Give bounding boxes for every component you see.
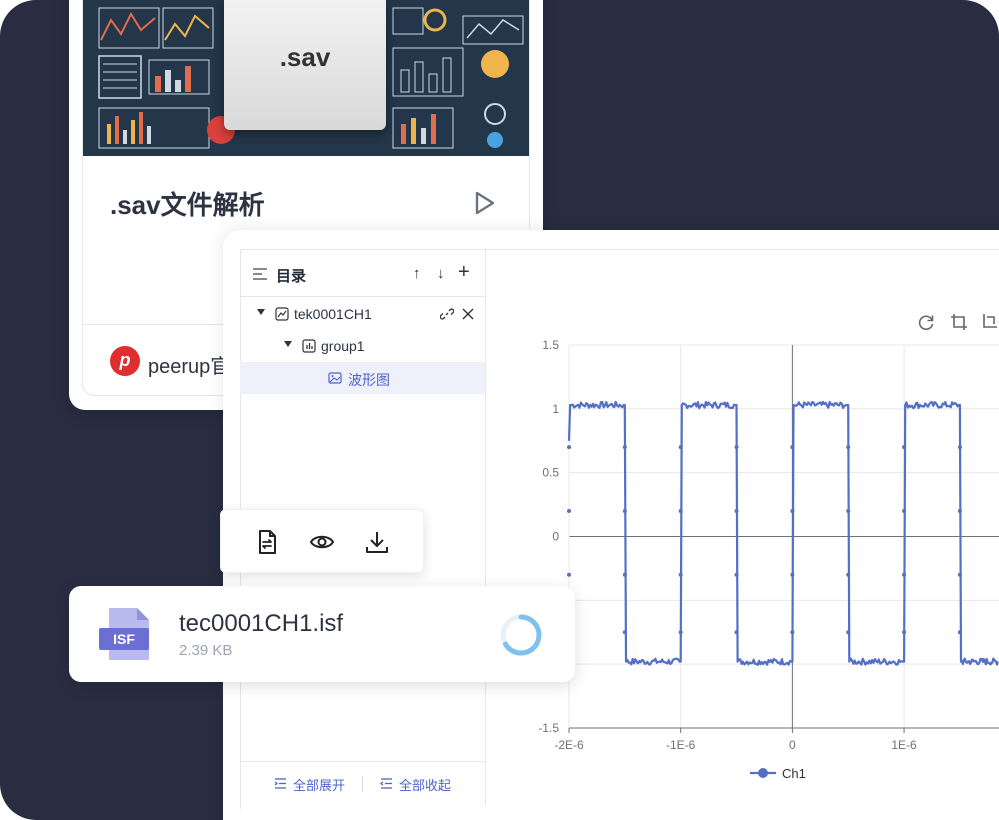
tree-item-label: group1 (321, 338, 365, 354)
tree-item-label: tek0001CH1 (294, 306, 372, 322)
sidebar-header: 目录 ↑ ↓ + (240, 249, 485, 297)
chart-series (567, 400, 999, 666)
sidebar-footer: 全部展开 全部收起 (240, 761, 485, 805)
menu-icon (253, 268, 267, 280)
series-point (846, 572, 851, 577)
series-point (734, 572, 739, 577)
series-point (622, 572, 627, 577)
card-thumbnail: .sav (83, 0, 529, 156)
link-icon[interactable] (440, 307, 454, 321)
footer-divider (362, 776, 363, 792)
caret-down-icon[interactable] (257, 309, 265, 315)
tree-item-waveform[interactable]: 波形图 (240, 362, 485, 394)
logo-letter: p (119, 350, 131, 370)
series-point (678, 508, 683, 513)
series-point (790, 572, 795, 577)
series-point (734, 508, 739, 513)
move-up-icon[interactable]: ↑ (413, 265, 421, 282)
series-point (734, 445, 739, 450)
series-point (678, 445, 683, 450)
series-point (678, 630, 683, 635)
image-icon (328, 372, 342, 384)
sidebar-title: 目录 (276, 268, 307, 285)
file-badge: ISF (113, 631, 135, 647)
series-point (957, 572, 962, 577)
waveform-chart: 1.510.50-0.5-1-1.5-2E-6-1E-601E-6Ch1 (487, 250, 999, 810)
tree-item-group1[interactable]: group1 (240, 330, 485, 362)
line-chart-icon (275, 307, 289, 321)
series-point (846, 508, 851, 513)
file-convert-icon[interactable] (254, 529, 280, 555)
expand-all-button[interactable]: 全部展开 (293, 775, 345, 794)
download-icon[interactable] (364, 529, 390, 555)
series-point (567, 508, 571, 513)
caret-down-icon[interactable] (284, 341, 292, 347)
file-upload-card[interactable]: ISF tec0001CH1.isf 2.39 KB (69, 586, 575, 682)
x-tick-label: 0 (789, 738, 796, 752)
y-tick-label: -1.5 (538, 721, 559, 735)
y-tick-label: 1 (552, 402, 559, 416)
series-point (902, 572, 907, 577)
file-size: 2.39 KB (179, 642, 233, 659)
sav-file-label: .sav (279, 42, 331, 72)
legend-label-ch1: Ch1 (782, 766, 806, 781)
series-point (622, 445, 627, 450)
y-tick-label: 1.5 (542, 338, 559, 352)
series-point (846, 630, 851, 635)
series-point (957, 630, 962, 635)
y-tick-label: 0 (552, 530, 559, 544)
series-point (622, 508, 627, 513)
expand-all-icon (274, 778, 286, 789)
file-action-toolbar (220, 509, 424, 573)
series-point (790, 445, 795, 450)
series-point (734, 630, 739, 635)
series-point (678, 572, 683, 577)
tree-item-tek0001ch1[interactable]: tek0001CH1 (240, 298, 485, 330)
move-down-icon[interactable]: ↓ (437, 265, 445, 282)
add-icon[interactable]: + (458, 261, 470, 284)
collapse-all-icon (380, 778, 392, 789)
series-point (622, 630, 627, 635)
peerup-logo-icon: p (110, 346, 140, 376)
series-point (567, 572, 571, 577)
series-point (902, 445, 907, 450)
series-point (957, 445, 962, 450)
close-icon[interactable] (461, 307, 475, 321)
collapse-all-button[interactable]: 全部收起 (399, 775, 451, 794)
eye-icon[interactable] (309, 529, 335, 555)
chart-canvas: 1.510.50-0.5-1-1.5-2E-6-1E-601E-6Ch1 (538, 338, 999, 781)
series-point (567, 445, 571, 450)
series-point (902, 630, 907, 635)
series-point (957, 508, 962, 513)
chart-axes (568, 727, 999, 733)
legend-marker (758, 768, 768, 778)
isf-file-icon: ISF (99, 608, 149, 660)
sav-file-illustration: .sav (224, 0, 386, 130)
x-tick-label: 1E-6 (891, 738, 917, 752)
series-point (846, 445, 851, 450)
series-point (790, 508, 795, 513)
x-tick-label: -2E-6 (554, 738, 584, 752)
series-point (790, 630, 795, 635)
y-tick-label: 0.5 (542, 466, 559, 480)
play-icon[interactable] (471, 190, 497, 216)
series-line-ch1 (567, 400, 999, 666)
brand-name: peerup官 (148, 356, 231, 378)
tree-item-label: 波形图 (348, 372, 390, 388)
x-tick-label: -1E-6 (666, 738, 696, 752)
file-name: tec0001CH1.isf (179, 610, 344, 637)
card-title: .sav文件解析 (110, 190, 265, 220)
series-point (902, 508, 907, 513)
bar-chart-icon (302, 339, 316, 353)
loading-spinner-icon (500, 614, 542, 656)
